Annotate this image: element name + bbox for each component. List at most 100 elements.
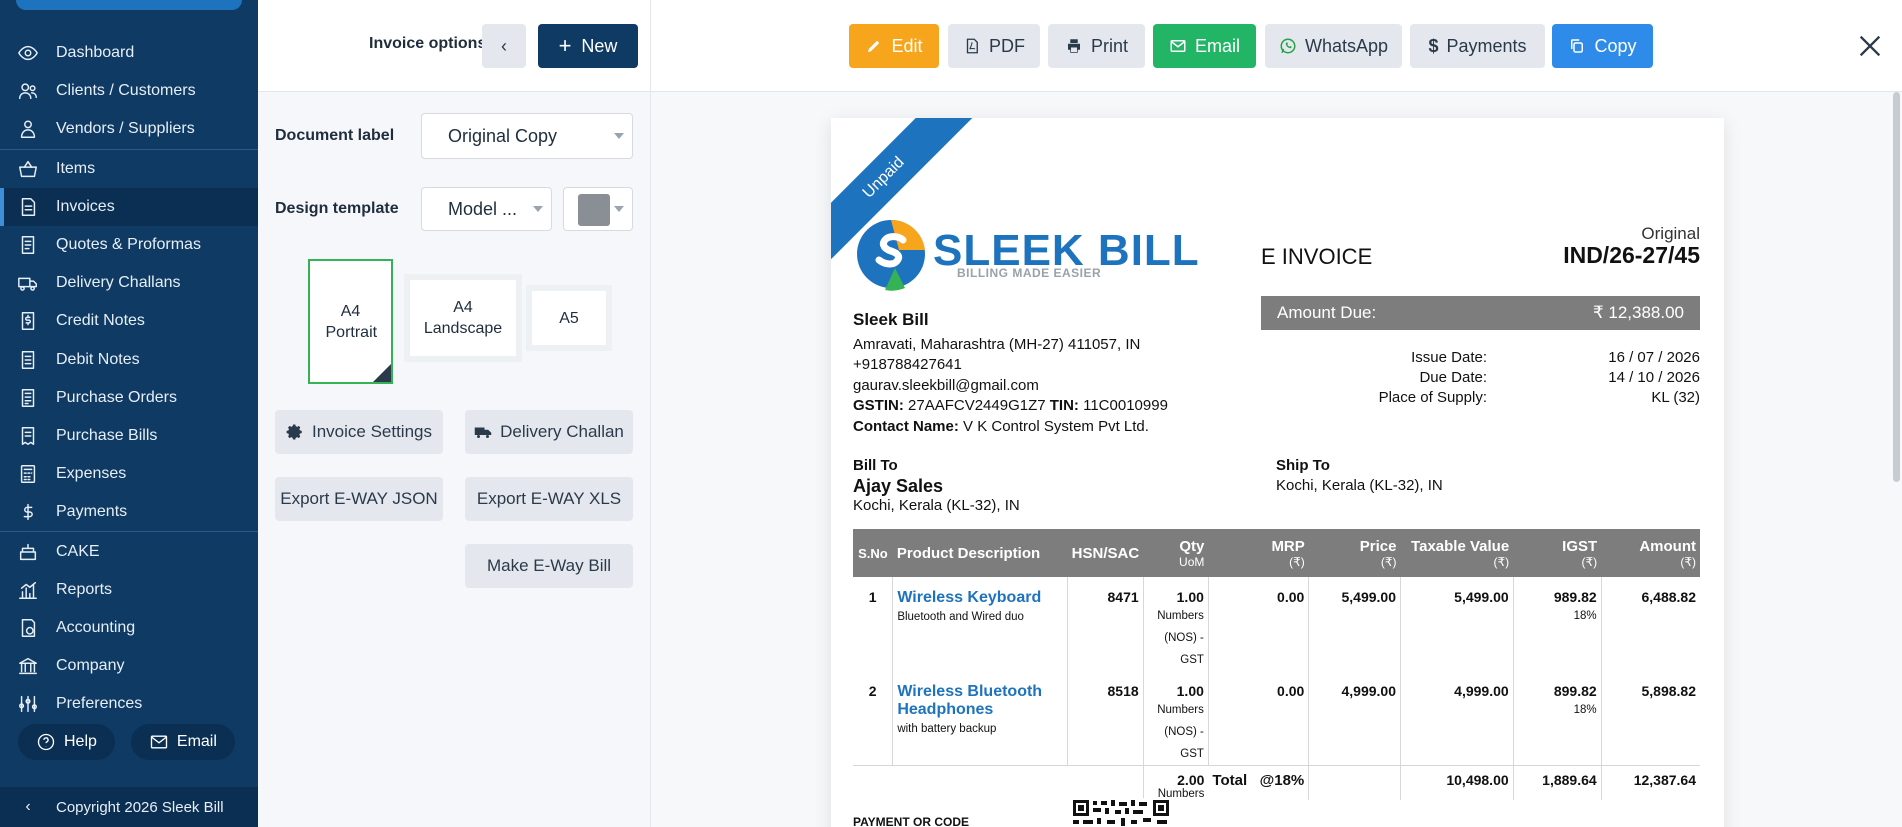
delivery-challan-button[interactable]: Delivery Challan (465, 410, 633, 454)
sidebar-item-clients[interactable]: Clients / Customers (0, 72, 258, 110)
email-support-button[interactable]: Email (130, 724, 235, 760)
edit-button[interactable]: Edit (849, 24, 939, 68)
document-label-title: Document label (275, 127, 395, 144)
sidebar-item-expenses[interactable]: Expenses (0, 455, 258, 493)
sidebar-item-cake[interactable]: CAKE (0, 532, 258, 570)
total-igst: 1,889.64 (1512, 765, 1602, 800)
help-icon (37, 733, 55, 751)
totals-spacer (1308, 765, 1401, 800)
sidebar-item-label: Credit Notes (56, 312, 145, 330)
table-row[interactable]: 1 Wireless Keyboard Bluetooth and Wired d… (853, 577, 1700, 671)
collapse-sidebar-icon[interactable]: ‹ (0, 798, 56, 816)
sidebar-item-label: Items (56, 159, 96, 177)
cell-product: Wireless Bluetooth Headphones with batter… (892, 671, 1068, 766)
design-template-select[interactable]: Model ... (421, 187, 552, 231)
table-row[interactable]: 2 Wireless Bluetooth Headphones with batt… (853, 671, 1700, 766)
sidebar-item-label: Purchase Orders (56, 388, 177, 406)
col-igst: IGST (₹) (1513, 529, 1602, 577)
printer-icon (1067, 39, 1080, 53)
amount-due-label: Amount Due: (1277, 303, 1377, 322)
help-button[interactable]: Help (18, 724, 115, 760)
total-rate: @18% (1259, 772, 1305, 789)
back-button[interactable]: ‹ (482, 24, 526, 68)
sidebar-item-payments[interactable]: Payments (0, 493, 258, 531)
sidebar-item-credit-notes[interactable]: Credit Notes (0, 302, 258, 340)
total-qty: 2.00 Numbers (1142, 765, 1209, 800)
sidebar-item-dashboard[interactable]: Dashboard (0, 34, 258, 72)
delivery-challan-label: Delivery Challan (500, 422, 624, 441)
due-date-value: 14 / 10 / 2026 (1608, 369, 1700, 386)
paper-a5-label: A5 (559, 309, 579, 327)
edit-label: Edit (891, 35, 923, 56)
sidebar-item-reports[interactable]: Reports (0, 571, 258, 609)
qr-code-icon (1071, 798, 1171, 827)
payments-button[interactable]: $ Payments (1410, 24, 1545, 68)
paper-a4-portrait[interactable]: A4 Portrait (308, 259, 393, 384)
qty-unit: GST (1180, 654, 1204, 666)
col-hsn: HSN/SAC (1067, 529, 1144, 577)
invoice-settings-button[interactable]: Invoice Settings (275, 410, 443, 454)
new-invoice-button[interactable]: + New (538, 24, 638, 68)
sliders-icon (16, 692, 40, 716)
contact-value: V K Control System Pvt Ltd. (963, 417, 1149, 435)
sidebar-item-quotes[interactable]: Quotes & Proformas (0, 226, 258, 264)
export-eway-json-label: Export E-WAY JSON (280, 489, 438, 508)
invoice-number: IND/26-27/45 (1563, 242, 1700, 268)
close-icon[interactable] (1856, 32, 1884, 60)
sidebar-item-items[interactable]: Items (0, 150, 258, 188)
calculator-icon (16, 462, 40, 486)
sidebar-item-debit-notes[interactable]: Debit Notes (0, 341, 258, 379)
whatsapp-icon (1280, 38, 1296, 54)
sidebar-item-preferences[interactable]: Preferences (0, 685, 258, 723)
chevron-down-icon (614, 206, 624, 212)
cell-price: 4,999.00 (1308, 671, 1401, 766)
paper-a5[interactable]: A5 (532, 291, 606, 345)
export-eway-json-button[interactable]: Export E-WAY JSON (275, 477, 443, 521)
whatsapp-button[interactable]: WhatsApp (1265, 24, 1402, 68)
document-label-select[interactable]: Original Copy (421, 113, 633, 159)
tin-label: TIN: (1049, 397, 1079, 414)
users-icon (16, 79, 40, 103)
preview-scrollbar[interactable] (1893, 92, 1900, 482)
product-description: with battery backup (897, 723, 997, 735)
seller-contact: Contact Name: V K Control System Pvt Ltd… (853, 417, 1168, 438)
contact-label: Contact Name: (853, 417, 959, 435)
issue-date-row: Issue Date: 16 / 07 / 2026 (1261, 348, 1700, 368)
dollar-doc-icon (16, 309, 40, 333)
sidebar-item-company[interactable]: Company (0, 647, 258, 685)
sidebar-top-button[interactable] (16, 0, 242, 10)
sidebar-item-purchase-bills[interactable]: Purchase Bills (0, 417, 258, 455)
sidebar-item-purchase-orders[interactable]: Purchase Orders (0, 379, 258, 417)
cell-hsn: 8471 (1066, 577, 1144, 671)
sidebar-item-vendors[interactable]: Vendors / Suppliers (0, 110, 258, 148)
invoice-settings-label: Invoice Settings (311, 422, 432, 441)
paper-a4-landscape-label: A4 Landscape (423, 299, 503, 337)
plus-icon: + (558, 33, 572, 58)
total-taxable: 10,498.00 (1400, 765, 1514, 800)
paper-a4-portrait-label: A4 Portrait (325, 302, 378, 341)
cell-qty: 1.00 Numbers (NOS) - GST (1142, 671, 1209, 766)
sidebar-item-invoices[interactable]: Invoices (0, 187, 258, 227)
sidebar-item-accounting[interactable]: Accounting (0, 609, 258, 647)
bill-to: Bill To Ajay Sales Kochi, Kerala (KL-32)… (853, 456, 1020, 516)
sidebar-item-label: Invoices (56, 197, 115, 215)
qty-value: 1.00 (1176, 589, 1204, 605)
export-eway-xls-button[interactable]: Export E-WAY XLS (465, 477, 633, 521)
col-price-unit: (₹) (1380, 554, 1397, 569)
email-button[interactable]: Email (1153, 24, 1256, 68)
make-eway-bill-button[interactable]: Make E-Way Bill (465, 544, 633, 588)
preview-toolbar: Edit PDF Print Email WhatsApp $ Payments (651, 0, 1902, 92)
sidebar-item-label: Expenses (56, 465, 127, 483)
document-label-value: Original Copy (448, 125, 558, 146)
design-template-title: Design template (275, 200, 399, 217)
color-select[interactable] (563, 187, 633, 231)
cell-taxable: 4,999.00 (1400, 671, 1514, 766)
copy-button[interactable]: Copy (1552, 24, 1653, 68)
pdf-button[interactable]: PDF (948, 24, 1040, 68)
seller-tax-ids: GSTIN: 27AAFCV2449G1Z7 TIN: 11C0010999 (853, 396, 1168, 417)
col-mrp-label: MRP (1271, 537, 1305, 555)
product-name: Wireless Keyboard (897, 589, 1042, 606)
print-button[interactable]: Print (1048, 24, 1145, 68)
paper-a4-landscape[interactable]: A4 Landscape (410, 280, 516, 356)
sidebar-item-delivery-challans[interactable]: Delivery Challans (0, 264, 258, 302)
